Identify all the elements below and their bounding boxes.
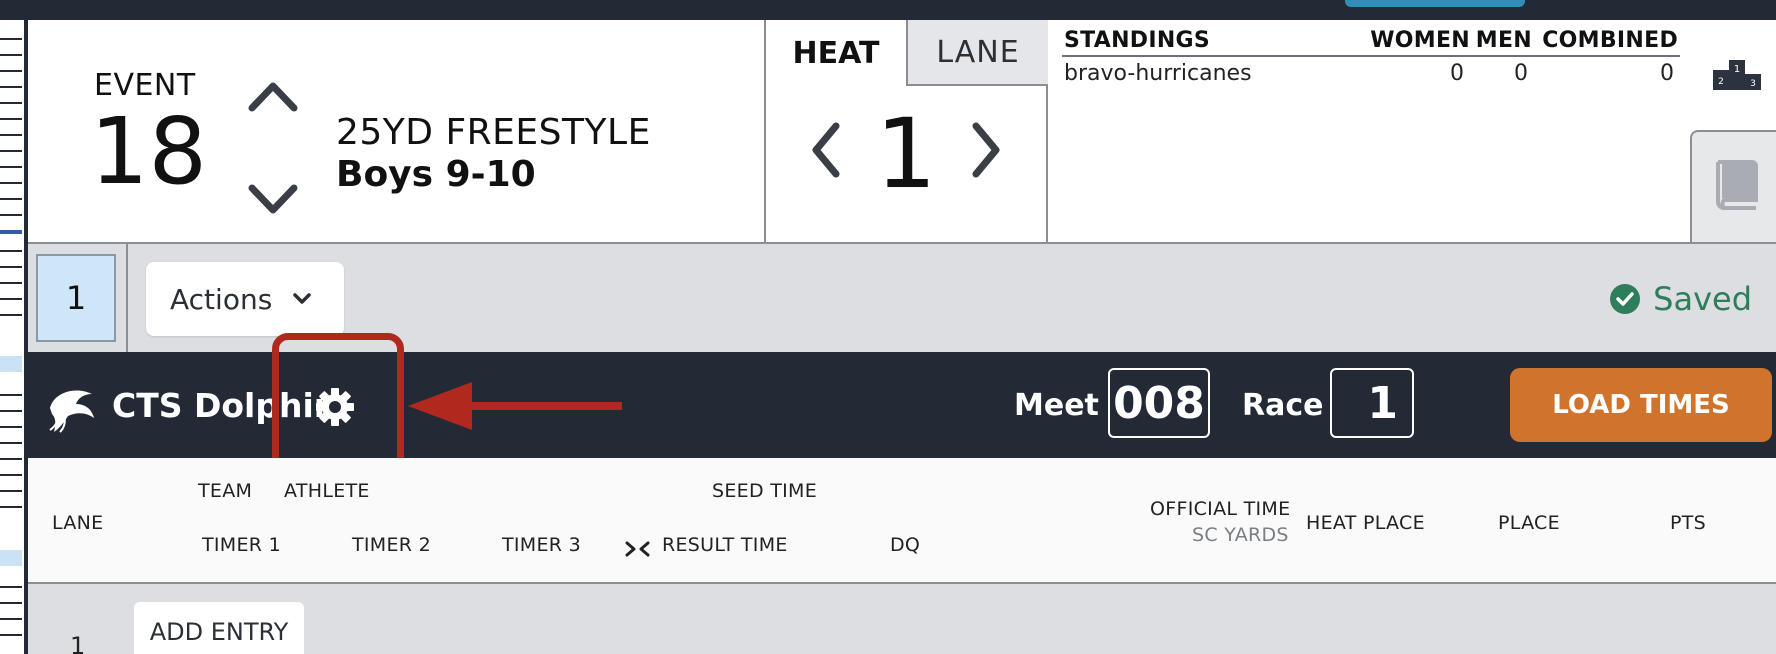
rulebook-tab[interactable] — [1690, 130, 1776, 242]
callout-highlight-box — [272, 333, 404, 477]
heat-number: 1 — [875, 98, 937, 210]
race-label: Race — [1242, 388, 1324, 423]
heat-place-header: HEAT PLACE — [1306, 512, 1425, 534]
svg-text:2: 2 — [1718, 77, 1724, 87]
podium-icon[interactable]: 1 2 3 — [1712, 58, 1762, 92]
standings-men: 0 — [1514, 61, 1528, 86]
left-sidebar-strip[interactable] — [0, 20, 28, 654]
dolphin-logo-icon — [49, 390, 94, 433]
actions-label: Actions — [170, 282, 273, 316]
saved-label: Saved — [1653, 280, 1752, 318]
chevron-left-icon[interactable] — [806, 118, 846, 182]
top-tab-indicator[interactable] — [1345, 0, 1525, 7]
chevron-down-icon — [293, 293, 312, 304]
svg-text:1: 1 — [1734, 64, 1740, 75]
callout-arrow-icon — [408, 382, 622, 430]
timer2-header: TIMER 2 — [352, 534, 432, 556]
standings-team: bravo-hurricanes — [1064, 61, 1252, 86]
athlete-header: ATHLETE — [284, 480, 370, 502]
women-header: WOMEN — [1362, 26, 1472, 57]
event-group: Boys 9-10 — [336, 154, 536, 195]
standings-panel: STANDINGS WOMEN MEN COMBINED bravo-hurri… — [1048, 20, 1688, 242]
combined-header: COMBINED — [1534, 26, 1680, 57]
table-row: bravo-hurricanes 0 0 0 — [1062, 56, 1680, 90]
race-number-field[interactable]: 1 — [1330, 368, 1414, 438]
place-header: PLACE — [1498, 512, 1560, 534]
timer3-header: TIMER 3 — [502, 534, 582, 556]
event-number: 18 — [90, 98, 208, 205]
course-label: SC YARDS — [1192, 524, 1289, 546]
lane-number: 1 — [70, 632, 86, 654]
add-entry-button[interactable]: ADD ENTRY — [134, 602, 304, 654]
men-header: MEN — [1472, 26, 1534, 57]
tab-heat[interactable]: HEAT — [766, 20, 906, 86]
tab-lane[interactable]: LANE — [906, 20, 1048, 86]
standings-women: 0 — [1450, 61, 1464, 86]
load-times-button[interactable]: LOAD TIMES — [1510, 368, 1772, 442]
standings-header: STANDINGS — [1062, 26, 1362, 57]
standings-table: STANDINGS WOMEN MEN COMBINED bravo-hurri… — [1062, 26, 1680, 90]
chevron-up-icon[interactable] — [246, 76, 300, 116]
team-header: TEAM — [198, 480, 253, 502]
check-circle-icon — [1610, 284, 1641, 314]
dq-header: DQ — [890, 534, 921, 556]
results-table-header: LANE TEAM ATHLETE SEED TIME TIMER 1 TIME… — [28, 458, 1776, 584]
meet-label: Meet — [1014, 388, 1099, 423]
timer1-header: TIMER 1 — [202, 534, 282, 556]
collapse-arrows-icon[interactable] — [624, 540, 652, 558]
event-panel: EVENT 18 25YD FREESTYLE Boys 9-10 — [28, 20, 766, 242]
lane-header: LANE — [52, 512, 104, 534]
seed-time-header: SEED TIME — [712, 480, 818, 502]
event-name: 25YD FREESTYLE — [336, 112, 651, 153]
svg-text:3: 3 — [1750, 79, 1756, 89]
saved-status: Saved — [1609, 280, 1752, 318]
chevron-down-icon[interactable] — [246, 180, 300, 220]
actions-dropdown-button[interactable]: Actions — [146, 262, 344, 336]
lane-entry-row: 1 ADD ENTRY — [28, 584, 1776, 654]
meet-number-field[interactable]: 008 — [1108, 368, 1210, 438]
standings-combined: 0 — [1660, 61, 1674, 86]
chevron-right-icon[interactable] — [966, 118, 1006, 182]
book-icon — [1716, 160, 1758, 210]
heat-chip[interactable]: 1 — [36, 254, 116, 342]
heat-panel: HEAT LANE 1 — [766, 20, 1048, 242]
pts-header: PTS — [1670, 512, 1707, 534]
divider — [126, 244, 128, 352]
top-bar — [0, 0, 1776, 20]
result-time-header: RESULT TIME — [662, 534, 788, 556]
official-time-header: OFFICIAL TIME — [1150, 498, 1291, 520]
